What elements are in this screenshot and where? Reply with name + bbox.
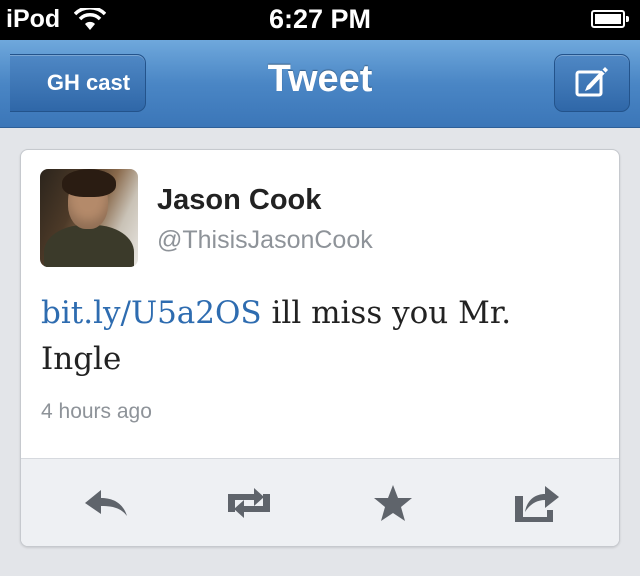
reply-icon [81,486,129,525]
author-handle[interactable]: @ThisisJasonCook [157,226,373,255]
tweet-link[interactable]: bit.ly/U5a2OS [41,295,262,331]
favorite-button[interactable] [363,483,423,527]
retweet-button[interactable] [219,483,279,527]
compose-icon [574,64,610,103]
back-button-label: GH cast [46,70,131,95]
share-icon [511,482,563,529]
tweet-timestamp: 4 hours ago [41,400,152,423]
status-bar: iPod 6:27 PM [0,0,640,40]
battery-icon [591,10,629,28]
star-icon [372,483,414,528]
share-button[interactable] [507,483,567,527]
reply-button[interactable] [75,483,135,527]
tweet-action-bar [21,458,619,546]
avatar[interactable] [40,169,138,267]
compose-button[interactable] [554,54,630,112]
author-name[interactable]: Jason Cook [157,184,321,217]
retweet-icon [220,484,278,527]
tweet-card: Jason Cook @ThisisJasonCook bit.ly/U5a2O… [20,149,620,547]
tweet-text: bit.ly/U5a2OS ill miss you Mr. Ingle [41,290,601,382]
navigation-bar: GH cast Tweet [0,40,640,128]
clock: 6:27 PM [268,4,372,34]
